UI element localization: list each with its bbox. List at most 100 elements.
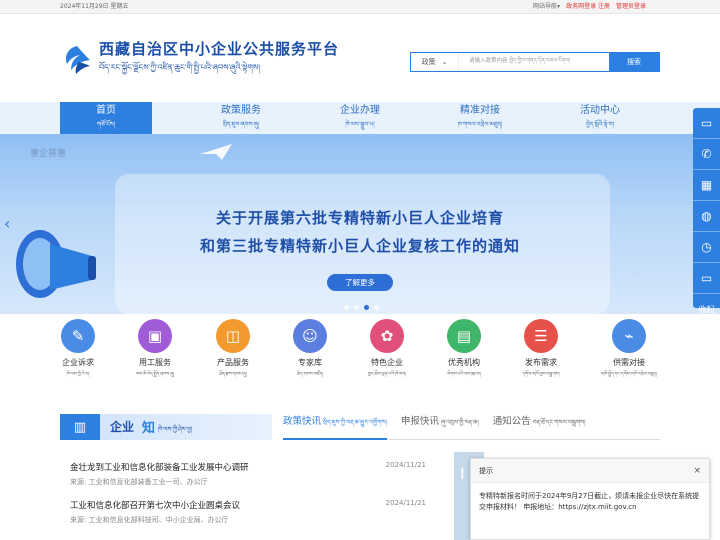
admin-login-link[interactable]: 管理员登录 [616,0,646,14]
service-label-tibetan: ཁྱད་ཆོས་ལྡན་པའི་ཁེ་ལས། [367,372,407,377]
search-button[interactable]: 搜索 [609,53,659,71]
service-label: 供需对接 [613,358,645,367]
news-tabs: 政策快讯 སྲིད་ཇུས་ཀྱི་བརྡ་ཆ་མྱུར་འགྱོགས། 申报快讯… [283,413,660,440]
top-links: 网站导航▾ 政务网登录 注册 管理员登录 [533,0,646,14]
service-supply-demand[interactable]: ⌁ 供需对接 མཁོ་སྤྲོད་དང་དགོས་མཁོ་འབྲེལ་མཐུད། [596,319,662,382]
nav-item-home[interactable]: 首页 གཙོ་ངོས། [60,102,152,134]
service-enterprise-appeal[interactable]: ✎ 企业诉求 ཁེ་ལས་ཀྱི་རེ་བ། [45,319,111,382]
search-input[interactable]: 请输入政策内容 ཁྱེད་ཀྱིས་གནད་དོན་བཙལ་རོགས། [459,53,609,71]
learn-more-button[interactable]: 了解更多 [327,274,393,291]
news-source: 来源: 工业和信息化部科技司、中小企业局、办公厅 [70,516,229,524]
site-subtitle: བོད་རང་སྐྱོང་ལྗོངས་ཀྱི་འཛིན་ཆུང་གི་སྤྱི་… [99,63,261,72]
phone-icon[interactable]: ✆ [693,139,720,170]
service-label: 优秀机构 [448,358,480,367]
chat-icon: ✎ [61,319,95,353]
news-heading-accent: 知 [142,421,156,436]
search-bar: 政策 ⌄ 请输入政策内容 ཁྱེད་ཀྱིས་གནད་དོན་བཙལ་རོགས།… [410,52,660,72]
service-label: 专家库 [298,358,322,367]
service-label: 特色企业 [371,358,403,367]
nav-label-tibetan: སྲིད་ཇུས་ཞབས་ཞུ། [222,121,260,128]
news-title[interactable]: 工业和信息化部召开第七次中小企业圆桌会议 [70,499,240,511]
nav-item-policy[interactable]: 政策服务 སྲིད་ཇུས་ཞབས་ཞུ། [195,102,287,134]
collapse-button[interactable]: 收起 [693,294,720,325]
nav-label: 首页 [96,105,116,116]
service-label-tibetan: ཆེད་མཁས་མཛོད། [296,372,324,377]
paper-plane-icon [200,144,232,160]
building-icon: ▤ [447,319,481,353]
search-category-select[interactable]: 政策 ⌄ [411,53,459,71]
chat-bubble-icon[interactable]: ▭ [693,108,720,139]
banner-headline-1: 关于开展第六批专精特新小巨人企业培育 [215,209,504,227]
person-circle-icon[interactable]: ◍ [693,201,720,232]
briefcase-icon: ▣ [138,319,172,353]
tab-label: 政策快讯 [283,416,322,427]
banner-watermark: 惠企普惠 [30,149,67,159]
nav-label: 企业办理 [340,105,380,116]
carousel-dot-active[interactable] [364,305,369,310]
news-item[interactable]: 工业和信息化部召开第七次中小企业圆桌会议 来源: 工业和信息化部科技司、中小企业… [70,499,430,539]
nav-item-enterprise[interactable]: 企业办理 ཁེ་ལས་སྒྲུབ་པ། [314,102,406,134]
carousel-dot[interactable] [344,305,349,310]
service-excellent-institution[interactable]: ▤ 优秀机构 ལེགས་པའི་ལས་ཁུངས། [431,319,497,382]
monitor-icon[interactable]: ▭ [693,263,720,294]
qr-code-icon[interactable]: ▦ [693,170,720,201]
service-employment[interactable]: ▣ 用工服务 ལས་མི་བེད་སྤྱོད་ཞབས་ཞུ། [122,319,188,382]
tab-label-tibetan: ཞུ་འབུལ་གྱི་བརྡ་ཆ། [440,419,479,426]
service-row: ✎ 企业诉求 ཁེ་ལས་ཀྱི་རེ་བ། ▣ 用工服务 ལས་མི་བེད་… [0,314,720,390]
close-icon[interactable]: × [693,466,701,476]
banner-headline-2: 和第三批专精特新小巨人企业复核工作的通知 [199,237,520,255]
news-date: 2024/11/21 [385,499,426,507]
service-label: 发布需求 [525,358,557,367]
nav-label-tibetan: ཁེ་ལས་སྒྲུབ་པ། [345,121,375,128]
floating-toolbar: ▭ ✆ ▦ ◍ ◷ ▭ 收起 [693,108,720,314]
site-nav-link[interactable]: 网站导航▾ [533,0,560,14]
chevron-down-icon: ⌄ [441,58,448,66]
carousel-dot[interactable] [374,305,379,310]
tab-label-tibetan: བརྡ་ཐོ་དང་གསལ་བསྒྲགས། [532,419,586,426]
dialog-title: 提示 [479,466,493,475]
nav-label-tibetan: གཙོ་ངོས། [96,121,116,128]
book-icon: ▥ [60,414,100,440]
clock-icon[interactable]: ◷ [693,232,720,263]
nav-item-matching[interactable]: 精准对接 ཁ་གསལ་འབྲེལ་མཐུད། [434,102,526,134]
nav-label: 政策服务 [221,105,261,116]
monitor-chart-icon: ⌁ [612,319,646,353]
news-item[interactable]: 金壮龙到工业和信息化部装备工业发展中心调研 来源: 工业和信息化部装备工业一司、… [70,461,430,501]
tab-label-tibetan: སྲིད་ཇུས་ཀྱི་བརྡ་ཆ་མྱུར་འགྱོགས། [323,419,387,426]
news-date: 2024/11/21 [385,461,426,469]
service-label: 用工服务 [139,358,171,367]
site-logo[interactable] [60,42,94,76]
tab-policy-news[interactable]: 政策快讯 སྲིད་ཇུས་ཀྱི་བརྡ་ཆ་མྱུར་འགྱོགས། [283,413,387,440]
shopping-bag-icon: ◫ [216,319,250,353]
news-heading-tibetan: ཁེ་ལས་ཀྱི་ཤེས་བྱ། [158,426,193,433]
carousel-dot[interactable] [354,305,359,310]
site-title: 西藏自治区中小企业公共服务平台 [99,40,340,58]
nav-label-tibetan: བྱེད་སྒོའི་ལྟེ་བ། [586,121,614,128]
service-label: 企业诉求 [62,358,94,367]
login-register-link[interactable]: 政务网登录 注册 [566,0,610,14]
service-label-tibetan: ལེགས་པའི་ལས་ཁུངས། [447,372,481,377]
service-label-tibetan: དགོས་མཁོ་ཁྱབ་བསྒྲགས། [522,372,560,377]
dialog-body: 专精特新报名时间于2024年9月27日截止，烦请未报企业尽快在系统提交申报材料！… [479,492,700,511]
tab-application-news[interactable]: 申报快讯 ཞུ་འབུལ་གྱི་བརྡ་ཆ། [401,413,479,440]
service-expert-pool[interactable]: ☺ 专家库 ཆེད་མཁས་མཛོད། [277,319,343,382]
nav-item-events[interactable]: 活动中心 བྱེད་སྒོའི་ལྟེ་བ། [554,102,646,134]
nav-label: 活动中心 [580,105,620,116]
dialog-header: 提示 × [471,459,709,483]
service-label-tibetan: ལས་མི་བེད་སྤྱོད་ཞབས་ཞུ། [135,372,175,377]
service-publish-demand[interactable]: ☰ 发布需求 དགོས་མཁོ་ཁྱབ་བསྒྲགས། [508,319,574,382]
service-label-tibetan: མཁོ་སྤྲོད་དང་དགོས་མཁོ་འབྲེལ་མཐུད། [600,372,658,377]
news-heading: ▥ 企业 知 ཁེ་ལས་ཀྱི་ཤེས་བྱ། [60,414,272,440]
service-label-tibetan: ཐོན་རྫས་ཞབས་ཞུ། [219,372,247,377]
tab-notices[interactable]: 通知公告 བརྡ་ཐོ་དང་གསལ་བསྒྲགས། [493,413,586,440]
service-label: 产品服务 [217,358,249,367]
person-icon: ☺ [293,319,327,353]
service-featured-enterprise[interactable]: ✿ 特色企业 ཁྱད་ཆོས་ལྡན་པའི་ཁེ་ལས། [354,319,420,382]
service-product[interactable]: ◫ 产品服务 ཐོན་རྫས་ཞབས་ཞུ། [200,319,266,382]
carousel-dots [344,305,379,310]
current-date: 2024年11月29日 星期五 [60,3,129,10]
medal-icon: ✿ [370,319,404,353]
news-title[interactable]: 金壮龙到工业和信息化部装备工业发展中心调研 [70,461,249,473]
tab-label: 申报快讯 [400,416,439,427]
search-category-value: 政策 [421,58,436,66]
